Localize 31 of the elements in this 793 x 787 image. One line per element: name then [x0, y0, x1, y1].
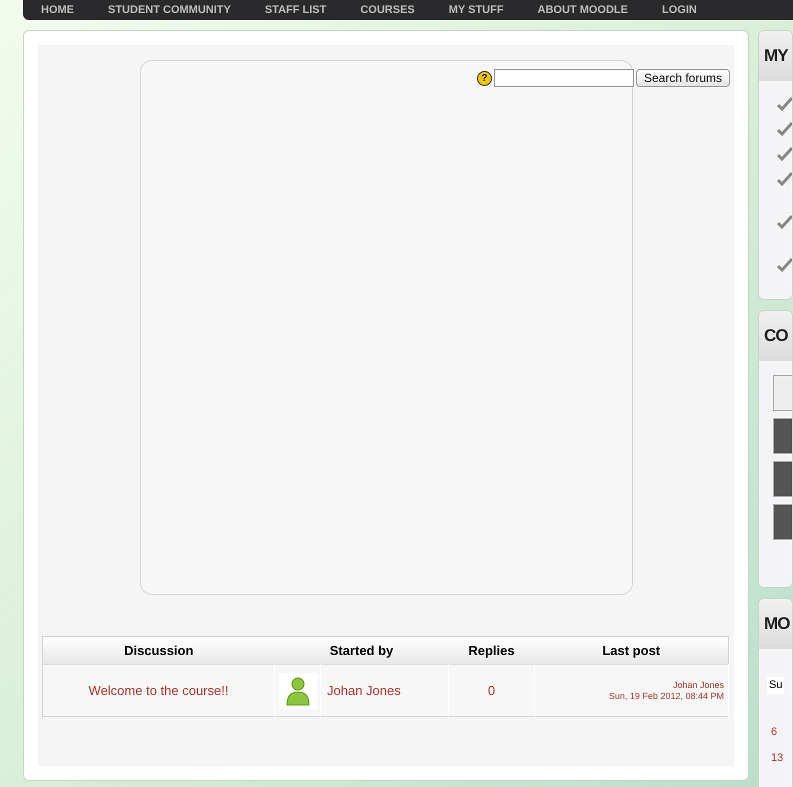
nav-link[interactable]: HOME — [41, 2, 74, 18]
block-title: CO — [764, 325, 788, 348]
nav-link[interactable]: STUDENT COMMUNITY — [108, 2, 231, 18]
user-avatar-icon — [278, 672, 316, 708]
block-title: MO — [764, 613, 790, 636]
weekday-label: Su — [767, 677, 784, 694]
last-post-author[interactable]: Johan Jones — [535, 680, 724, 690]
search-field[interactable] — [494, 69, 634, 87]
column-header: Replies — [448, 636, 534, 664]
nav-link[interactable]: COURSES — [360, 2, 415, 18]
nav-link[interactable]: STAFF LIST — [264, 2, 326, 18]
checkmark-icon — [777, 147, 792, 161]
checkmark-icon — [777, 258, 792, 272]
checkmark-icon — [777, 122, 792, 136]
column-header: Discussion — [42, 636, 274, 664]
calendar-date[interactable]: 6 — [767, 724, 792, 740]
search-button[interactable]: Search forums — [636, 69, 730, 87]
reply-count[interactable]: 0 — [488, 682, 496, 698]
column-header: Started by — [274, 636, 448, 664]
checkmark-icon — [777, 215, 792, 229]
author-link[interactable]: Johan Jones — [327, 682, 401, 698]
checkmark-icon — [777, 97, 792, 111]
calendar-date[interactable]: 13 — [767, 750, 792, 766]
nav-link[interactable]: LOGIN — [662, 2, 697, 18]
checkmark-icon — [777, 172, 792, 186]
column-header: Last post — [534, 636, 728, 664]
discussion-link[interactable]: Welcome to the course!! — [88, 682, 228, 698]
last-post-date[interactable]: Sun, 19 Feb 2012, 08:44 PM — [535, 690, 724, 702]
block-title: MY — [764, 45, 788, 68]
nav-link[interactable]: ABOUT MOODLE — [538, 2, 628, 18]
nav-link[interactable]: MY STUFF — [448, 2, 504, 18]
